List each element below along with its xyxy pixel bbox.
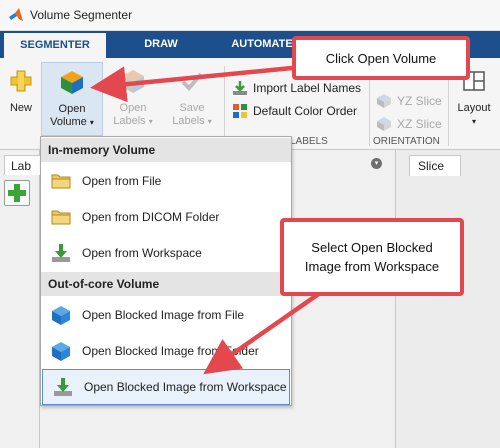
- new-label: New: [9, 102, 32, 114]
- import-label-names-label: Import Label Names: [253, 81, 362, 95]
- right-panel: [396, 150, 500, 448]
- orientation-group-label: ORIENTATION: [373, 136, 440, 147]
- color-grid-icon: [233, 104, 247, 118]
- chevron-down-icon: ▾: [148, 117, 153, 126]
- xz-slice-label: XZ Slice: [397, 117, 442, 131]
- menu-item-open-from-dicom-folder[interactable]: Open from DICOM Folder: [41, 199, 291, 235]
- menu-item-label: Open Blocked Image from Folder: [82, 344, 259, 358]
- open-labels-label-line1: Open: [119, 102, 147, 114]
- yz-slice-button[interactable]: YZ Slice: [376, 93, 442, 109]
- menu-item-label: Open from DICOM Folder: [82, 210, 220, 224]
- tab-slice[interactable]: Slice: [409, 155, 461, 176]
- import-label-names-button[interactable]: Import Label Names: [232, 80, 361, 96]
- open-labels-button[interactable]: Open Labels ▾: [108, 62, 158, 128]
- chevron-down-icon: ▾: [207, 117, 212, 126]
- plus-star-icon: [10, 70, 32, 92]
- save-labels-button[interactable]: Save Labels ▾: [166, 62, 218, 128]
- open-volume-label-line2: Volume: [50, 116, 87, 128]
- panel-menu-icon[interactable]: ▾: [371, 158, 382, 169]
- open-labels-label-line2: Labels: [113, 115, 146, 127]
- save-labels-label-line2: Labels: [172, 115, 205, 127]
- chevron-down-icon: ▾: [471, 117, 476, 126]
- menu-section-out-of-core: Out-of-core Volume: [41, 272, 291, 296]
- menu-item-open-blocked-image-from-file[interactable]: Open Blocked Image from File: [41, 297, 291, 333]
- open-volume-label-line1: Open: [58, 103, 86, 115]
- callout-select-blocked-workspace: Select Open Blocked Image from Workspace: [280, 218, 464, 296]
- callout-click-open-volume: Click Open Volume: [292, 36, 470, 80]
- menu-item-open-blocked-image-from-workspace[interactable]: Open Blocked Image from Workspace: [42, 369, 290, 405]
- tab-draw[interactable]: DRAW: [118, 31, 204, 58]
- default-color-order-label: Default Color Order: [253, 104, 358, 118]
- labels-group-label: LABELS: [290, 136, 328, 147]
- menu-item-label: Open from Workspace: [82, 246, 202, 260]
- menu-item-label: Open from File: [82, 174, 162, 188]
- workspace-import-icon: [52, 244, 70, 262]
- workspace-import-icon: [54, 378, 72, 396]
- volume-cube-icon: [61, 71, 83, 94]
- labels-cube-icon: [122, 70, 144, 93]
- window-title: Volume Segmenter: [30, 8, 133, 22]
- menu-section-in-memory: In-memory Volume: [41, 138, 291, 162]
- open-volume-menu: In-memory Volume Open from File Open fro…: [40, 136, 292, 406]
- yz-slice-label: YZ Slice: [397, 94, 442, 108]
- matlab-logo-icon: [9, 8, 23, 21]
- add-label-button[interactable]: [4, 180, 30, 206]
- menu-item-open-blocked-image-from-folder[interactable]: Open Blocked Image from Folder: [41, 333, 291, 369]
- save-labels-label-line1: Save: [179, 102, 205, 114]
- tab-automate[interactable]: AUTOMATE: [222, 31, 302, 58]
- xz-slice-icon: [377, 117, 391, 131]
- toolstrip-divider: [224, 66, 225, 146]
- import-arrow-icon: [233, 81, 247, 95]
- tab-labels[interactable]: Lab: [4, 155, 42, 175]
- layout-label: Layout: [457, 102, 491, 114]
- blocked-cube-icon: [52, 342, 70, 361]
- new-button[interactable]: New: [2, 62, 40, 115]
- menu-item-open-from-file[interactable]: Open from File: [41, 163, 291, 199]
- menu-item-label: Open Blocked Image from Workspace: [84, 380, 287, 394]
- default-color-order-button[interactable]: Default Color Order: [232, 103, 357, 119]
- folder-icon: [51, 210, 71, 225]
- save-check-icon: [181, 72, 203, 91]
- xz-slice-button[interactable]: XZ Slice: [376, 116, 442, 132]
- chevron-down-icon: ▾: [89, 118, 94, 127]
- menu-item-open-from-workspace[interactable]: Open from Workspace: [41, 235, 291, 271]
- folder-icon: [51, 174, 71, 189]
- yz-slice-icon: [377, 94, 391, 108]
- menu-item-label: Open Blocked Image from File: [82, 308, 245, 322]
- tab-segmenter[interactable]: SEGMENTER: [4, 31, 106, 58]
- open-volume-button[interactable]: Open Volume ▾: [41, 62, 103, 136]
- blocked-cube-icon: [52, 306, 70, 325]
- middle-panel: [290, 150, 396, 448]
- plus-icon: [8, 184, 26, 202]
- title-bar: Volume Segmenter: [0, 0, 500, 31]
